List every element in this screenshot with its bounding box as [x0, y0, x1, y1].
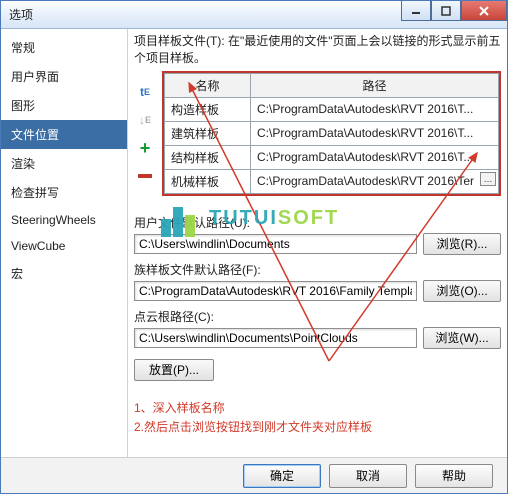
sidebar-item-viewcube[interactable]: ViewCube: [1, 233, 127, 259]
user-path-label: 用户文件默认路径(U):: [134, 214, 501, 231]
options-dialog: 选项 常规 用户界面 图形 文件位置 渲染 检查拼写 SteeringWheel…: [0, 0, 508, 494]
browse-cloud-path-button[interactable]: 浏览(W)...: [423, 327, 501, 349]
ok-button[interactable]: 确定: [243, 464, 321, 488]
cancel-button[interactable]: 取消: [329, 464, 407, 488]
browse-user-path-button[interactable]: 浏览(R)...: [423, 233, 501, 255]
sidebar-item-general[interactable]: 常规: [1, 33, 127, 62]
maximize-button[interactable]: [431, 1, 461, 21]
help-button[interactable]: 帮助: [415, 464, 493, 488]
plus-icon: +: [140, 139, 151, 157]
move-up-button[interactable]: tE: [136, 83, 154, 101]
sidebar-item-spellcheck[interactable]: 检查拼写: [1, 178, 127, 207]
sidebar: 常规 用户界面 图形 文件位置 渲染 检查拼写 SteeringWheels V…: [1, 29, 128, 457]
minimize-button[interactable]: [401, 1, 431, 21]
minus-icon: [138, 174, 152, 178]
remove-button[interactable]: [136, 167, 154, 185]
browse-family-path-button[interactable]: 浏览(O)...: [423, 280, 501, 302]
move-down-button[interactable]: ↓E: [136, 111, 154, 129]
table-row[interactable]: 建筑样板 C:\ProgramData\Autodesk\RVT 2016\T.…: [165, 121, 499, 145]
titlebar[interactable]: 选项: [1, 1, 507, 29]
col-path[interactable]: 路径: [251, 73, 499, 97]
sidebar-item-macro[interactable]: 宏: [1, 259, 127, 288]
family-path-label: 族样板文件默认路径(F):: [134, 261, 501, 278]
path-ellipsis-button[interactable]: …: [480, 172, 496, 186]
templates-table-highlight: 名称 路径 构造样板 C:\ProgramData\Autodesk\RVT 2…: [162, 71, 501, 196]
col-name[interactable]: 名称: [165, 73, 251, 97]
family-path-input[interactable]: [134, 281, 417, 301]
user-path-input[interactable]: [134, 234, 417, 254]
dialog-footer: 确定 取消 帮助: [1, 457, 507, 493]
table-row[interactable]: 结构样板 C:\ProgramData\Autodesk\RVT 2016\T.…: [165, 145, 499, 169]
sidebar-item-file-locations[interactable]: 文件位置: [1, 120, 127, 149]
add-button[interactable]: +: [136, 139, 154, 157]
sidebar-item-render[interactable]: 渲染: [1, 149, 127, 178]
close-button[interactable]: [461, 1, 507, 21]
table-row[interactable]: 构造样板 C:\ProgramData\Autodesk\RVT 2016\T.…: [165, 97, 499, 121]
cloud-path-label: 点云根路径(C):: [134, 308, 501, 325]
annotation-text: 1、深入样板名称 2.然后点击浏览按钮找到刚才文件夹对应样板: [134, 399, 501, 437]
sidebar-item-steeringwheels[interactable]: SteeringWheels: [1, 207, 127, 233]
main-panel: 项目样板文件(T): 在"最近使用的文件"页面上会以链接的形式显示前五个项目样板…: [128, 29, 507, 457]
template-description: 项目样板文件(T): 在"最近使用的文件"页面上会以链接的形式显示前五个项目样板…: [134, 33, 501, 67]
sidebar-item-graphics[interactable]: 图形: [1, 91, 127, 120]
window-title: 选项: [9, 6, 33, 23]
cloud-path-input[interactable]: [134, 328, 417, 348]
sidebar-item-ui[interactable]: 用户界面: [1, 62, 127, 91]
templates-table[interactable]: 名称 路径 构造样板 C:\ProgramData\Autodesk\RVT 2…: [164, 73, 499, 194]
place-button[interactable]: 放置(P)...: [134, 359, 214, 381]
table-row[interactable]: 机械样板 C:\ProgramData\Autodesk\RVT 2016\Te…: [165, 169, 499, 193]
